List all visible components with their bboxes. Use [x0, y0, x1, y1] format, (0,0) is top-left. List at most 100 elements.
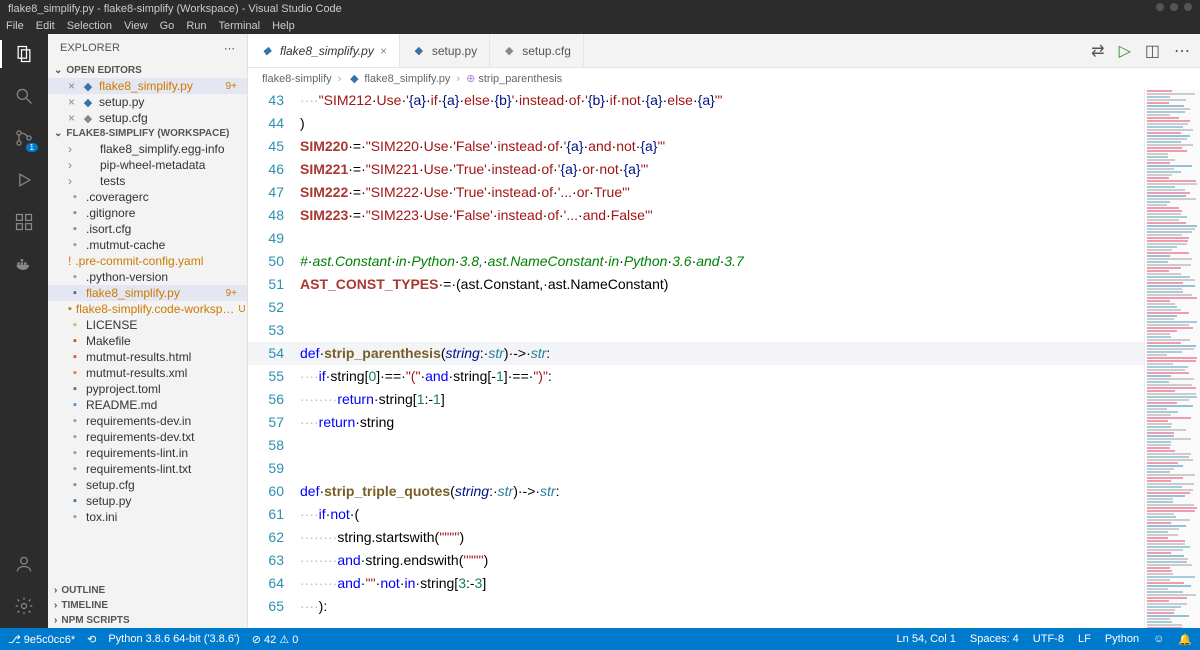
- search-icon[interactable]: [12, 84, 36, 108]
- menu-selection[interactable]: Selection: [67, 20, 112, 32]
- file-tree-item[interactable]: ▪flake8-simplify.code-worksp…U: [48, 301, 247, 317]
- code-line[interactable]: 59: [248, 457, 1144, 480]
- feedback-icon[interactable]: ☺: [1153, 633, 1164, 646]
- cursor-position-status[interactable]: Ln 54, Col 1: [897, 633, 956, 646]
- code-line[interactable]: 43····"SIM212·Use·'{a}·if·{a}·else·{b}'·…: [248, 89, 1144, 112]
- minimize-button[interactable]: [1156, 3, 1164, 11]
- extensions-icon[interactable]: [12, 210, 36, 234]
- file-tree-item[interactable]: ▪.coveragerc: [48, 189, 247, 205]
- file-tree-item[interactable]: ▪.python-version: [48, 269, 247, 285]
- file-tree-item[interactable]: ▪LICENSE: [48, 317, 247, 333]
- code-line[interactable]: 51AST_CONST_TYPES·=·(ast.Constant,·ast.N…: [248, 273, 1144, 296]
- editor-tab[interactable]: ◆flake8_simplify.py×: [248, 34, 400, 67]
- explorer-icon[interactable]: [12, 42, 36, 66]
- section-timeline[interactable]: TIMELINE: [48, 598, 247, 613]
- file-tree-item[interactable]: ▪pyproject.toml: [48, 381, 247, 397]
- breadcrumb[interactable]: flake8-simplify›◆ flake8_simplify.py›⊕ s…: [248, 68, 1200, 89]
- workspace-header[interactable]: FLAKE8-SIMPLIFY (WORKSPACE): [48, 126, 247, 141]
- file-tree-item[interactable]: !.pre-commit-config.yaml: [48, 253, 247, 269]
- run-icon[interactable]: ▷: [1119, 41, 1131, 61]
- breadcrumb-segment[interactable]: flake8-simplify: [262, 73, 332, 85]
- file-tree-item[interactable]: ▪requirements-lint.in: [48, 445, 247, 461]
- file-tree-item[interactable]: ▪mutmut-results.xml: [48, 365, 247, 381]
- file-tree-item[interactable]: ▪setup.cfg: [48, 477, 247, 493]
- code-line[interactable]: 62········string.startswith('"""'): [248, 526, 1144, 549]
- language-mode-status[interactable]: Python: [1105, 633, 1139, 646]
- run-debug-icon[interactable]: [12, 168, 36, 192]
- file-tree-item[interactable]: ▪README.md: [48, 397, 247, 413]
- menu-help[interactable]: Help: [272, 20, 295, 32]
- menu-file[interactable]: File: [6, 20, 24, 32]
- git-branch-status[interactable]: ⎇ 9e5c0cc6*: [8, 633, 75, 646]
- code-line[interactable]: 60def·strip_triple_quotes(string:·str)·-…: [248, 480, 1144, 503]
- file-tree-item[interactable]: ›flake8_simplify.egg-info: [48, 141, 247, 157]
- menu-terminal[interactable]: Terminal: [219, 20, 261, 32]
- file-tree-item[interactable]: ▪requirements-dev.in: [48, 413, 247, 429]
- close-tab-icon[interactable]: ×: [380, 44, 387, 58]
- breadcrumb-segment[interactable]: ◆ flake8_simplify.py: [347, 72, 450, 85]
- section-outline[interactable]: OUTLINE: [48, 583, 247, 598]
- file-tree-item[interactable]: ▪setup.py: [48, 493, 247, 509]
- code-line[interactable]: 61····if·not·(: [248, 503, 1144, 526]
- code-line[interactable]: 44): [248, 112, 1144, 135]
- menu-view[interactable]: View: [124, 20, 148, 32]
- code-editor[interactable]: 43····"SIM212·Use·'{a}·if·{a}·else·{b}'·…: [248, 89, 1144, 628]
- open-editor-item[interactable]: ×◆setup.cfg: [48, 110, 247, 126]
- code-line[interactable]: 53: [248, 319, 1144, 342]
- close-window-button[interactable]: [1184, 3, 1192, 11]
- file-tree-item[interactable]: ▪flake8_simplify.py9+: [48, 285, 247, 301]
- file-tree-item[interactable]: ▪.gitignore: [48, 205, 247, 221]
- python-interpreter-status[interactable]: Python 3.8.6 64-bit ('3.8.6'): [108, 633, 239, 645]
- account-icon[interactable]: [12, 552, 36, 576]
- source-control-icon[interactable]: 1: [12, 126, 36, 150]
- settings-gear-icon[interactable]: [12, 594, 36, 618]
- file-tree-item[interactable]: ▪requirements-lint.txt: [48, 461, 247, 477]
- file-tree-item[interactable]: ▪tox.ini: [48, 509, 247, 525]
- file-tree-item[interactable]: ›tests: [48, 173, 247, 189]
- open-editors-header[interactable]: OPEN EDITORS: [48, 63, 247, 78]
- editor-tab[interactable]: ◆setup.py: [400, 34, 490, 67]
- open-editor-item[interactable]: ×◆setup.py: [48, 94, 247, 110]
- close-icon[interactable]: ×: [68, 95, 75, 109]
- close-icon[interactable]: ×: [68, 111, 75, 125]
- more-actions-icon[interactable]: ⋯: [1174, 41, 1190, 61]
- breadcrumb-segment[interactable]: ⊕ strip_parenthesis: [466, 72, 562, 85]
- encoding-status[interactable]: UTF-8: [1033, 633, 1064, 646]
- code-line[interactable]: 57····return·string: [248, 411, 1144, 434]
- compare-icon[interactable]: ⇄: [1091, 41, 1104, 61]
- code-line[interactable]: 47SIM222·=·"SIM222·Use·'True'·instead·of…: [248, 181, 1144, 204]
- file-tree-item[interactable]: ▪Makefile: [48, 333, 247, 349]
- eol-status[interactable]: LF: [1078, 633, 1091, 646]
- section-npm-scripts[interactable]: NPM SCRIPTS: [48, 613, 247, 628]
- menu-edit[interactable]: Edit: [36, 20, 55, 32]
- file-tree-item[interactable]: ▪.mutmut-cache: [48, 237, 247, 253]
- code-line[interactable]: 65····):: [248, 595, 1144, 618]
- code-line[interactable]: 48SIM223·=·"SIM223·Use·'False'·instead·o…: [248, 204, 1144, 227]
- file-tree-item[interactable]: ›pip-wheel-metadata: [48, 157, 247, 173]
- split-editor-icon[interactable]: ◫: [1145, 41, 1160, 61]
- docker-icon[interactable]: [12, 252, 36, 276]
- code-line[interactable]: 46SIM221·=·"SIM221·Use·'True'·instead·of…: [248, 158, 1144, 181]
- notifications-bell-icon[interactable]: 🔔: [1178, 633, 1192, 646]
- file-tree-item[interactable]: ▪mutmut-results.html: [48, 349, 247, 365]
- code-line[interactable]: 55····if·string[0]·==·"("·and·string[-1]…: [248, 365, 1144, 388]
- menu-go[interactable]: Go: [160, 20, 175, 32]
- minimap[interactable]: [1144, 89, 1200, 628]
- code-line[interactable]: 54def·strip_parenthesis(string:·str)·->·…: [248, 342, 1144, 365]
- code-line[interactable]: 63········and·string.endswith('"""'): [248, 549, 1144, 572]
- menu-run[interactable]: Run: [186, 20, 206, 32]
- maximize-button[interactable]: [1170, 3, 1178, 11]
- code-line[interactable]: 58: [248, 434, 1144, 457]
- file-tree-item[interactable]: ▪requirements-dev.txt: [48, 429, 247, 445]
- code-line[interactable]: 64········and·'"'·not·in·string[3:-3]: [248, 572, 1144, 595]
- open-editor-item[interactable]: ×◆flake8_simplify.py9+: [48, 78, 247, 94]
- close-icon[interactable]: ×: [68, 79, 75, 93]
- problems-status[interactable]: ⊘ 42 ⚠ 0: [252, 633, 299, 646]
- code-line[interactable]: 52: [248, 296, 1144, 319]
- code-line[interactable]: 49: [248, 227, 1144, 250]
- code-line[interactable]: 50#·ast.Constant·in·Python·3.8,·ast.Name…: [248, 250, 1144, 273]
- editor-tab[interactable]: ◆setup.cfg: [490, 34, 584, 67]
- file-tree-item[interactable]: ▪.isort.cfg: [48, 221, 247, 237]
- code-line[interactable]: 45SIM220·=·"SIM220·Use·'False'·instead·o…: [248, 135, 1144, 158]
- sync-icon[interactable]: ⟲: [87, 633, 96, 646]
